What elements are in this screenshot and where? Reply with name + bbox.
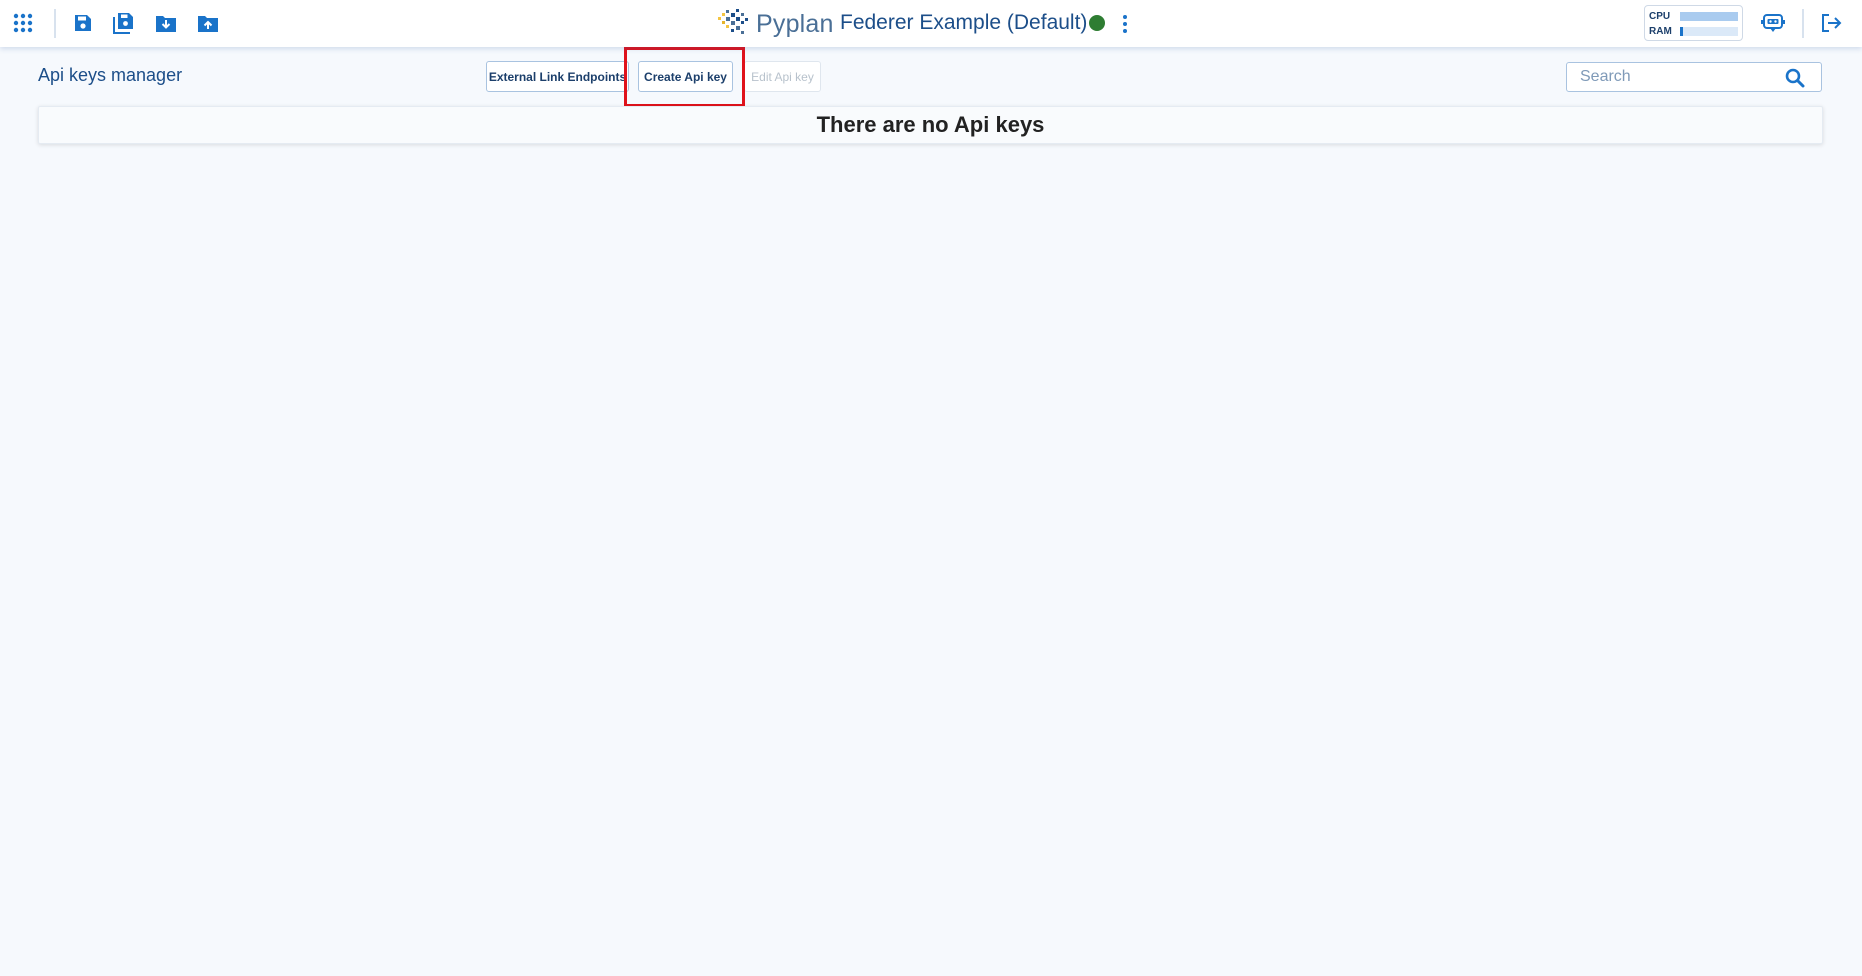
resource-monitor: CPU RAM bbox=[1644, 5, 1743, 41]
top-bar: Pyplan Federer Example (Default) CPU RAM bbox=[0, 0, 1862, 47]
kebab-menu-icon[interactable] bbox=[1116, 12, 1134, 36]
empty-state-message: There are no Api keys bbox=[816, 112, 1045, 137]
edit-api-key-button: Edit Api key bbox=[744, 61, 821, 92]
brand-name: Pyplan bbox=[756, 9, 834, 38]
save-as-icon[interactable] bbox=[111, 10, 137, 36]
logout-icon[interactable] bbox=[1818, 10, 1844, 36]
chat-bot-icon[interactable] bbox=[1760, 10, 1786, 36]
empty-state-card: There are no Api keys bbox=[38, 106, 1823, 144]
external-link-endpoints-button[interactable]: External Link Endpoints bbox=[486, 61, 629, 92]
app-title: Federer Example (Default) bbox=[840, 11, 1088, 34]
ram-usage-bar bbox=[1679, 27, 1738, 36]
status-indicator bbox=[1089, 15, 1105, 31]
apps-grid-icon[interactable] bbox=[10, 10, 36, 36]
ram-usage-fill bbox=[1679, 27, 1683, 36]
cpu-label: CPU bbox=[1649, 11, 1671, 22]
brand: Pyplan bbox=[716, 6, 834, 42]
upload-icon[interactable] bbox=[195, 10, 221, 36]
search-input[interactable] bbox=[1567, 68, 1777, 86]
ram-label: RAM bbox=[1649, 26, 1672, 37]
cpu-usage-bar bbox=[1679, 12, 1738, 21]
toolbar-divider bbox=[54, 9, 56, 38]
page-title: Api keys manager bbox=[38, 65, 183, 85]
search-box bbox=[1566, 62, 1822, 92]
toolbar-divider bbox=[1802, 9, 1804, 38]
download-icon[interactable] bbox=[153, 10, 179, 36]
pyplan-logo-icon bbox=[716, 7, 750, 42]
highlight-annotation bbox=[624, 47, 745, 107]
save-icon[interactable] bbox=[70, 10, 96, 36]
search-icon[interactable] bbox=[1785, 68, 1805, 88]
cpu-usage-fill bbox=[1679, 12, 1738, 21]
